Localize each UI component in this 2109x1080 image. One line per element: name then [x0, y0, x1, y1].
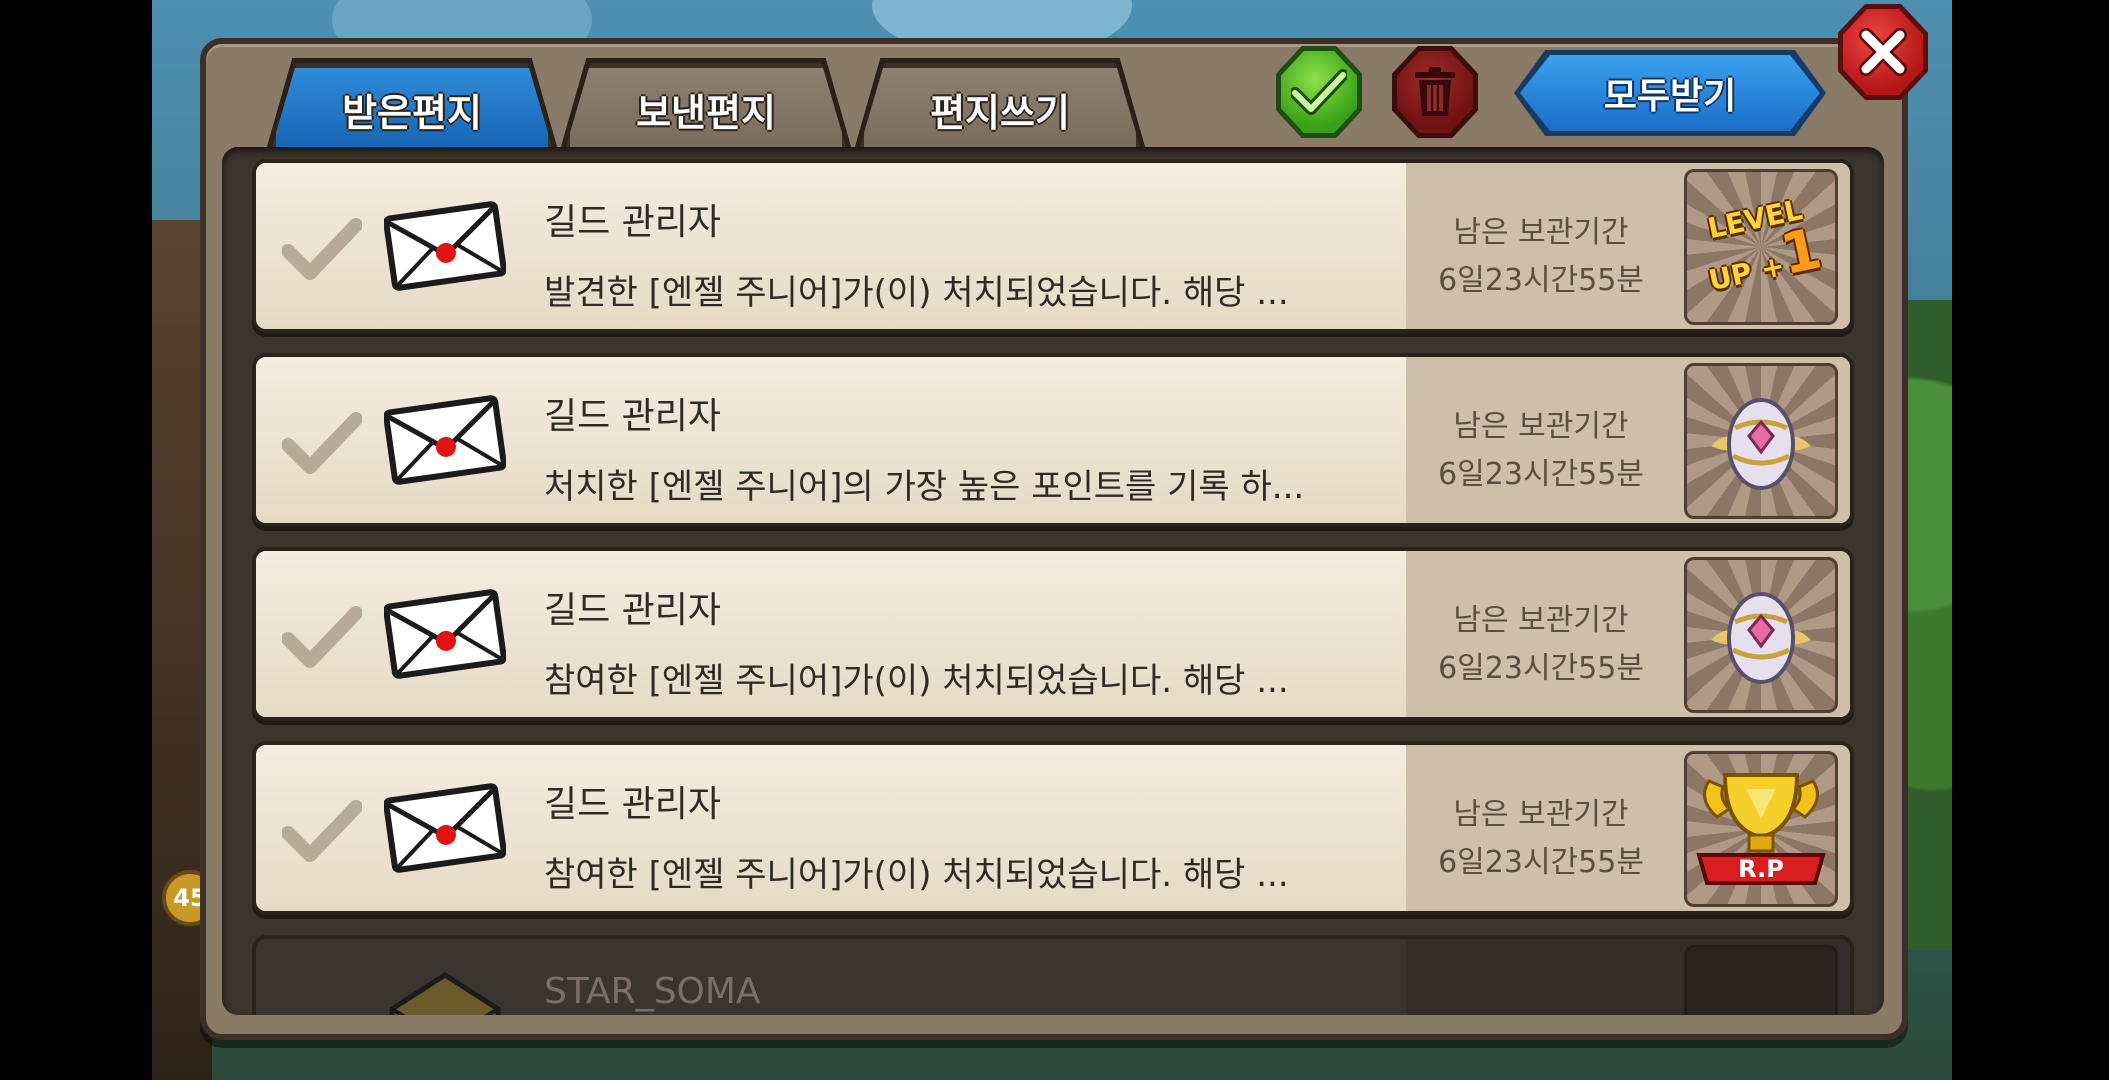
retention-label: 남은 보관기간 [1453, 215, 1629, 250]
checkbox-icon[interactable] [282, 215, 362, 285]
reward-label: LEVEL UP +1 [1687, 191, 1835, 304]
delete-button[interactable] [1392, 46, 1478, 138]
mail-list[interactable]: 길드 관리자 발견한 [엔젤 주니어]가(이) 처치되었습니다. 해당 ... … [222, 147, 1884, 1015]
mail-sender: STAR_SOMA [544, 971, 761, 1012]
empty-reward-slot [1684, 945, 1838, 1015]
trophy-reward[interactable]: R.P [1684, 751, 1838, 907]
mail-preview: 처치한 [엔젤 주니어]의 가장 높은 포인트를 기록 하... [544, 467, 1305, 507]
egg-icon [1711, 398, 1811, 490]
mail-sender: 길드 관리자 [544, 784, 722, 825]
envelope-open-icon [389, 972, 501, 1015]
mail-sender: 길드 관리자 [544, 396, 722, 437]
mail-item[interactable]: 길드 관리자 처치한 [엔젤 주니어]의 가장 높은 포인트를 기록 하... … [252, 353, 1854, 527]
mail-sender: 길드 관리자 [544, 590, 722, 631]
checkbox-icon[interactable] [282, 603, 362, 673]
tab-received-mail[interactable]: 받은편지 [271, 63, 553, 150]
receive-all-button[interactable]: 모두받기 [1514, 50, 1826, 136]
tab-sent-mail[interactable]: 보낸편지 [565, 63, 847, 150]
checkbox-icon[interactable] [282, 797, 362, 867]
select-all-button[interactable] [1276, 46, 1362, 138]
check-icon [1291, 69, 1347, 115]
envelope-icon [384, 395, 506, 485]
envelope-icon [384, 589, 506, 679]
trash-icon [1415, 67, 1455, 116]
mail-preview: 참여한 [엔젤 주니어]가(이) 처치되었습니다. 해당 ... [544, 855, 1289, 895]
tab-write-mail[interactable]: 편지쓰기 [859, 63, 1141, 150]
checkbox-icon[interactable] [282, 409, 362, 479]
retention-label: 남은 보관기간 [1453, 409, 1629, 444]
receive-all-label: 모두받기 [1520, 55, 1820, 131]
envelope-icon [384, 201, 506, 291]
egg-icon [1711, 592, 1811, 684]
trophy-label: R.P [1738, 855, 1784, 883]
retention-label: 남은 보관기간 [1453, 603, 1629, 638]
mail-item[interactable]: 길드 관리자 참여한 [엔젤 주니어]가(이) 처치되었습니다. 해당 ... … [252, 741, 1854, 915]
retention-label: 남은 보관기간 [1453, 797, 1629, 832]
envelope-icon [384, 783, 506, 873]
mail-preview: 발견한 [엔젤 주니어]가(이) 처치되었습니다. 해당 ... [544, 273, 1289, 313]
close-icon [1859, 28, 1907, 76]
retention-time: 6일23시간55분 [1438, 457, 1644, 492]
egg-reward[interactable] [1684, 557, 1838, 713]
retention-time: 6일23시간55분 [1438, 845, 1644, 880]
levelup-icon[interactable]: LEVEL UP +1 [1684, 169, 1838, 325]
mail-item[interactable]: 길드 관리자 발견한 [엔젤 주니어]가(이) 처치되었습니다. 해당 ... … [252, 159, 1854, 333]
retention-time: 6일23시간55분 [1438, 263, 1644, 298]
mail-item[interactable]: STAR_SOMA [252, 935, 1854, 1015]
mail-sender: 길드 관리자 [544, 202, 722, 243]
trophy-icon: R.P [1696, 773, 1826, 885]
egg-reward[interactable] [1684, 363, 1838, 519]
mail-item[interactable]: 길드 관리자 참여한 [엔젤 주니어]가(이) 처치되었습니다. 해당 ... … [252, 547, 1854, 721]
mail-preview: 참여한 [엔젤 주니어]가(이) 처치되었습니다. 해당 ... [544, 661, 1289, 701]
close-button[interactable] [1838, 4, 1928, 100]
retention-time: 6일23시간55분 [1438, 651, 1644, 686]
